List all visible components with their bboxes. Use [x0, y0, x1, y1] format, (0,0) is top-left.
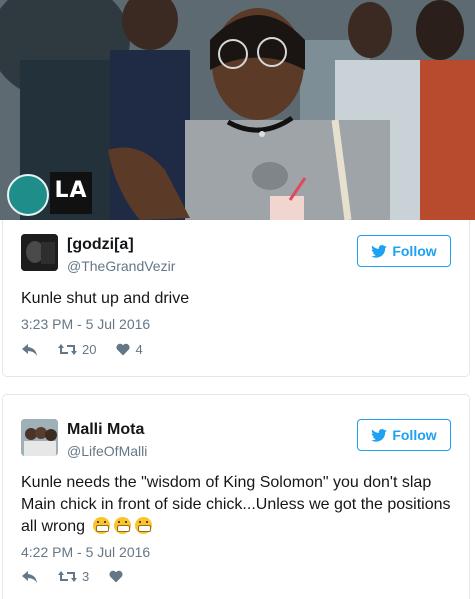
- tweet-timestamp[interactable]: 4:22 PM - 5 Jul 2016: [21, 544, 150, 560]
- reply-button[interactable]: [21, 343, 38, 357]
- avatar[interactable]: [21, 419, 58, 456]
- follow-button[interactable]: Follow: [357, 235, 451, 267]
- avatar[interactable]: [21, 234, 58, 271]
- grimacing-face-icon: [135, 517, 153, 534]
- follow-label: Follow: [392, 243, 437, 259]
- user-handle[interactable]: @LifeOfMalli: [67, 443, 147, 459]
- retweet-button[interactable]: 20: [58, 342, 96, 357]
- header-photo: LA: [0, 0, 475, 220]
- user-handle[interactable]: @TheGrandVezir: [67, 258, 175, 274]
- like-count: 4: [135, 342, 143, 357]
- tweet-text-block: Kunle needs the "wisdom of King Solomon"…: [21, 472, 453, 538]
- grimacing-face-icon: [114, 517, 132, 534]
- display-name[interactable]: Malli Mota: [67, 421, 144, 439]
- follow-button[interactable]: Follow: [357, 419, 451, 451]
- heart-icon: [109, 570, 123, 583]
- reply-icon: [22, 343, 37, 356]
- reply-icon: [22, 570, 37, 583]
- twitter-bird-icon: [371, 244, 388, 258]
- tweet-actions: 3: [21, 569, 148, 584]
- retweet-icon: [58, 571, 77, 582]
- tweet-text: Kunle shut up and drive: [21, 290, 190, 307]
- retweet-icon: [58, 344, 77, 355]
- tweet-card: Malli Mota @LifeOfMalli Follow Kunle nee…: [2, 394, 470, 599]
- display-name[interactable]: [godzi[a]: [67, 236, 134, 254]
- like-button[interactable]: 4: [116, 342, 143, 357]
- tweet-actions: 20 4: [21, 342, 163, 357]
- grimacing-face-icon: [93, 517, 111, 534]
- like-button[interactable]: [109, 570, 128, 583]
- retweet-count: 3: [82, 569, 90, 584]
- retweet-count: 20: [82, 342, 97, 357]
- heart-icon: [116, 343, 131, 356]
- follow-label: Follow: [392, 427, 437, 443]
- tweet-timestamp[interactable]: 3:23 PM - 5 Jul 2016: [21, 316, 150, 332]
- tweet-card: [godzi[a] @TheGrandVezir Follow Kunle sh…: [2, 220, 470, 377]
- retweet-button[interactable]: 3: [58, 569, 89, 584]
- vibe-logo-icon: [7, 174, 49, 216]
- tweet-text: Kunle needs the "wisdom of King Solomon"…: [21, 474, 451, 535]
- la-logo: LA: [50, 172, 92, 214]
- reply-button[interactable]: [21, 570, 38, 584]
- twitter-bird-icon: [371, 428, 388, 442]
